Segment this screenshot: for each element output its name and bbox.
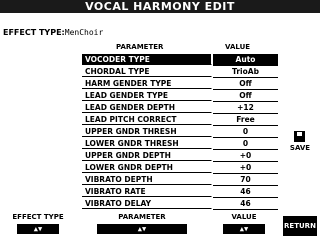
parameter-value: Auto	[213, 54, 278, 66]
parameter-value: Off	[213, 78, 278, 90]
table-row[interactable]: LOWER GNDR THRESH 0	[82, 138, 278, 150]
parameter-button[interactable]: PARAMETER ▲▼	[82, 213, 202, 240]
parameter-value: TrioAb	[213, 66, 278, 78]
parameter-name: LEAD GENDER DEPTH	[82, 102, 212, 113]
value-button[interactable]: VALUE ▲▼	[214, 213, 274, 240]
floppy-disk-icon	[294, 131, 305, 142]
table-row[interactable]: UPPER GNDR DEPTH +0	[82, 150, 278, 162]
parameter-name: VIBRATO DELAY	[82, 198, 212, 209]
effect-type-value: MenChoir	[64, 28, 104, 37]
table-row[interactable]: LEAD GENDER TYPE Off	[82, 90, 278, 102]
parameter-name: UPPER GNDR DEPTH	[82, 150, 212, 161]
return-button[interactable]: RETURN	[283, 216, 317, 236]
parameter-name: VOCODER TYPE	[82, 54, 212, 65]
save-button[interactable]: SAVE	[287, 131, 313, 157]
up-down-arrows-icon[interactable]: ▲▼	[17, 224, 59, 234]
parameter-value: 46	[213, 186, 278, 198]
vocal-harmony-edit-screen: VOCAL HARMONY EDIT EFFECT TYPE:MenChoir …	[0, 0, 320, 240]
parameter-value: +0	[213, 162, 278, 174]
save-label: SAVE	[289, 144, 311, 152]
effect-type-button[interactable]: EFFECT TYPE ▲▼	[4, 213, 72, 240]
up-down-arrows-icon[interactable]: ▲▼	[223, 224, 265, 234]
parameter-name: VIBRATO DEPTH	[82, 174, 212, 185]
effect-type-label: EFFECT TYPE:	[3, 28, 65, 37]
parameter-value: Off	[213, 90, 278, 102]
parameter-value: 0	[213, 138, 278, 150]
table-row[interactable]: LOWER GNDR DEPTH +0	[82, 162, 278, 174]
parameter-name: VIBRATO RATE	[82, 186, 212, 197]
table-row[interactable]: VIBRATO DELAY 46	[82, 198, 278, 210]
parameter-button-label: PARAMETER	[118, 213, 166, 221]
value-button-label: VALUE	[231, 213, 257, 221]
parameter-name: LEAD PITCH CORRECT	[82, 114, 212, 125]
table-row[interactable]: VOCODER TYPE Auto	[82, 54, 278, 66]
table-row[interactable]: LEAD PITCH CORRECT Free	[82, 114, 278, 126]
parameter-name: HARM GENDER TYPE	[82, 78, 212, 89]
effect-type-display: EFFECT TYPE:MenChoir	[3, 28, 103, 38]
effect-type-button-label: EFFECT TYPE	[12, 213, 64, 221]
parameter-name: CHORDAL TYPE	[82, 66, 212, 77]
parameter-value: 46	[213, 198, 278, 210]
parameter-table: VOCODER TYPE Auto CHORDAL TYPE TrioAb HARM G…	[82, 54, 278, 210]
parameter-value: 70	[213, 174, 278, 186]
table-row[interactable]: VIBRATO DEPTH 70	[82, 174, 278, 186]
parameter-name: UPPER GNDR THRESH	[82, 126, 212, 137]
parameter-name: LOWER GNDR DEPTH	[82, 162, 212, 173]
parameter-value: Free	[213, 114, 278, 126]
table-row[interactable]: LEAD GENDER DEPTH +12	[82, 102, 278, 114]
table-row[interactable]: UPPER GNDR THRESH 0	[82, 126, 278, 138]
parameter-value: +0	[213, 150, 278, 162]
value-column-header: VALUE	[225, 43, 251, 51]
page-title: VOCAL HARMONY EDIT	[0, 0, 320, 13]
table-row[interactable]: CHORDAL TYPE TrioAb	[82, 66, 278, 78]
parameter-name: LOWER GNDR THRESH	[82, 138, 212, 149]
parameter-value: +12	[213, 102, 278, 114]
up-down-arrows-icon[interactable]: ▲▼	[97, 224, 187, 234]
table-row[interactable]: VIBRATO RATE 46	[82, 186, 278, 198]
table-row[interactable]: HARM GENDER TYPE Off	[82, 78, 278, 90]
parameter-column-header: PARAMETER	[116, 43, 164, 51]
parameter-value: 0	[213, 126, 278, 138]
parameter-name: LEAD GENDER TYPE	[82, 90, 212, 101]
